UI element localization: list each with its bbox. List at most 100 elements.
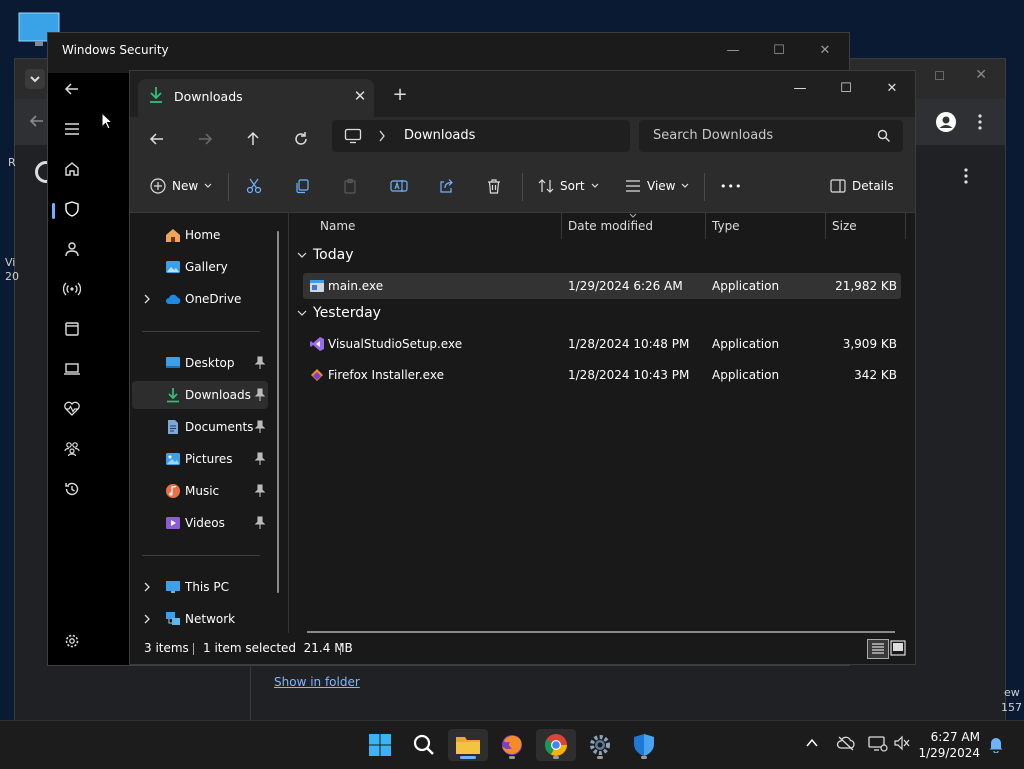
clock-date: 1/29/2024 bbox=[918, 746, 980, 760]
view-button[interactable]: View bbox=[625, 175, 689, 197]
taskbar-settings[interactable] bbox=[580, 729, 620, 761]
explorer-minimize-button[interactable]: — bbox=[780, 71, 820, 105]
breadcrumb-downloads[interactable]: Downloads bbox=[404, 128, 475, 143]
expand-chevron-icon[interactable] bbox=[142, 613, 152, 625]
file-row-firefox-installer[interactable]: Firefox Installer.exe 1/28/2024 10:43 PM… bbox=[303, 362, 901, 388]
firefox-icon bbox=[502, 735, 522, 755]
search-icon bbox=[413, 734, 434, 755]
new-button[interactable]: New bbox=[150, 175, 212, 197]
expand-chevron-icon[interactable] bbox=[142, 293, 152, 305]
settings-gear-icon[interactable] bbox=[62, 631, 82, 651]
show-hidden-icons-chevron-icon[interactable] bbox=[804, 735, 824, 755]
show-in-folder-link[interactable]: Show in folder bbox=[274, 675, 360, 689]
nav-item-documents[interactable]: Documents bbox=[132, 413, 268, 441]
taskbar-chrome[interactable] bbox=[536, 729, 576, 761]
ws-close-button[interactable]: ✕ bbox=[805, 33, 845, 67]
taskbar-search-button[interactable] bbox=[404, 729, 444, 761]
divider bbox=[704, 173, 705, 201]
rename-button[interactable] bbox=[390, 175, 408, 197]
nav-item-home[interactable]: Home bbox=[132, 221, 268, 249]
browser-menu-icon[interactable] bbox=[977, 113, 983, 131]
details-label: Details bbox=[852, 179, 894, 193]
ws-maximize-button[interactable]: ☐ bbox=[759, 33, 799, 67]
column-header-type[interactable]: Type bbox=[712, 219, 740, 233]
nav-item-network[interactable]: Network bbox=[132, 605, 268, 633]
share-button[interactable] bbox=[438, 175, 454, 197]
downloads-menu-icon[interactable] bbox=[963, 167, 969, 185]
nav-scrollbar[interactable] bbox=[277, 231, 279, 593]
browser-close-icon[interactable]: ✕ bbox=[975, 67, 987, 83]
nav-item-pictures[interactable]: Pictures bbox=[132, 445, 268, 473]
breadcrumb-chevron-icon[interactable] bbox=[378, 130, 386, 142]
volume-muted-icon[interactable] bbox=[893, 735, 913, 755]
sort-button[interactable]: Sort bbox=[538, 175, 599, 197]
network-broadcast-icon[interactable] bbox=[62, 279, 82, 299]
browser-maximize-icon[interactable]: ☐ bbox=[934, 69, 945, 83]
file-row-visualstudiosetup[interactable]: VisualStudioSetup.exe 1/28/2024 10:48 PM… bbox=[303, 331, 901, 357]
tab-search-button[interactable] bbox=[25, 69, 45, 89]
start-button[interactable] bbox=[360, 729, 400, 761]
divider[interactable] bbox=[561, 213, 562, 239]
new-tab-button[interactable]: + bbox=[388, 83, 412, 107]
see-more-button[interactable]: ••• bbox=[720, 175, 742, 197]
group-header-yesterday[interactable]: Yesterday bbox=[297, 305, 381, 321]
device-laptop-icon[interactable] bbox=[62, 359, 82, 379]
ws-minimize-button[interactable]: — bbox=[713, 33, 753, 67]
column-header-date-modified[interactable]: Date modified bbox=[568, 219, 653, 233]
mouse-cursor-icon bbox=[101, 112, 113, 130]
system-clock[interactable]: 6:27 AM 1/29/2024 bbox=[918, 729, 980, 761]
browser-back-icon[interactable] bbox=[29, 113, 45, 129]
copy-button[interactable] bbox=[294, 175, 310, 197]
explorer-close-button[interactable]: ✕ bbox=[872, 71, 912, 105]
column-header-size[interactable]: Size bbox=[832, 219, 857, 233]
expand-chevron-icon[interactable] bbox=[142, 581, 152, 593]
nav-item-videos[interactable]: Videos bbox=[132, 509, 268, 537]
health-heart-icon[interactable] bbox=[62, 399, 82, 419]
nav-item-onedrive[interactable]: OneDrive bbox=[132, 285, 268, 313]
app-browser-icon[interactable] bbox=[62, 319, 82, 339]
group-header-today[interactable]: Today bbox=[297, 247, 354, 263]
back-arrow-icon[interactable] bbox=[147, 129, 167, 149]
tab-downloads[interactable]: Downloads ✕ bbox=[138, 79, 374, 117]
details-button[interactable]: Details bbox=[830, 175, 894, 197]
paste-button[interactable] bbox=[342, 175, 358, 197]
address-bar[interactable]: Downloads bbox=[332, 120, 630, 152]
home-icon bbox=[166, 229, 180, 242]
search-input[interactable]: Search Downloads bbox=[639, 120, 903, 152]
back-icon[interactable] bbox=[62, 79, 82, 99]
tab-close-icon[interactable]: ✕ bbox=[350, 86, 370, 106]
up-arrow-icon[interactable] bbox=[243, 129, 263, 149]
bg-text-fragment: R bbox=[8, 156, 16, 169]
explorer-maximize-button[interactable]: ☐ bbox=[826, 71, 866, 105]
shield-icon[interactable] bbox=[62, 199, 82, 219]
nav-item-this-pc[interactable]: This PC bbox=[132, 573, 268, 601]
onedrive-tray-icon[interactable] bbox=[836, 735, 856, 755]
network-tray-icon[interactable] bbox=[868, 735, 888, 755]
taskbar-file-explorer[interactable] bbox=[448, 729, 488, 761]
history-icon[interactable] bbox=[62, 479, 82, 499]
divider bbox=[193, 643, 194, 655]
column-header-name[interactable]: Name bbox=[320, 219, 355, 233]
taskbar-windows-security[interactable] bbox=[624, 729, 664, 761]
family-icon[interactable] bbox=[62, 439, 82, 459]
delete-button[interactable] bbox=[486, 175, 502, 197]
account-icon[interactable] bbox=[62, 239, 82, 259]
divider[interactable] bbox=[705, 213, 706, 239]
hamburger-menu-icon[interactable] bbox=[62, 119, 82, 139]
divider[interactable] bbox=[825, 213, 826, 239]
taskbar-firefox[interactable] bbox=[492, 729, 532, 761]
nav-item-gallery[interactable]: Gallery bbox=[132, 253, 268, 281]
home-icon[interactable] bbox=[62, 159, 82, 179]
notification-bell-icon[interactable] bbox=[988, 735, 1008, 755]
nav-item-downloads[interactable]: Downloads bbox=[132, 381, 268, 409]
nav-item-desktop[interactable]: Desktop bbox=[132, 349, 268, 377]
file-row-main-exe[interactable]: main.exe 1/29/2024 6:26 AM Application 2… bbox=[303, 273, 901, 299]
large-icons-view-icon[interactable] bbox=[890, 640, 906, 656]
cut-button[interactable] bbox=[246, 175, 262, 197]
divider[interactable] bbox=[905, 213, 906, 239]
profile-icon[interactable] bbox=[935, 111, 957, 133]
refresh-icon[interactable] bbox=[291, 129, 311, 149]
nav-item-music[interactable]: Music bbox=[132, 477, 268, 505]
details-view-icon[interactable] bbox=[867, 639, 889, 659]
forward-arrow-icon[interactable] bbox=[195, 129, 215, 149]
